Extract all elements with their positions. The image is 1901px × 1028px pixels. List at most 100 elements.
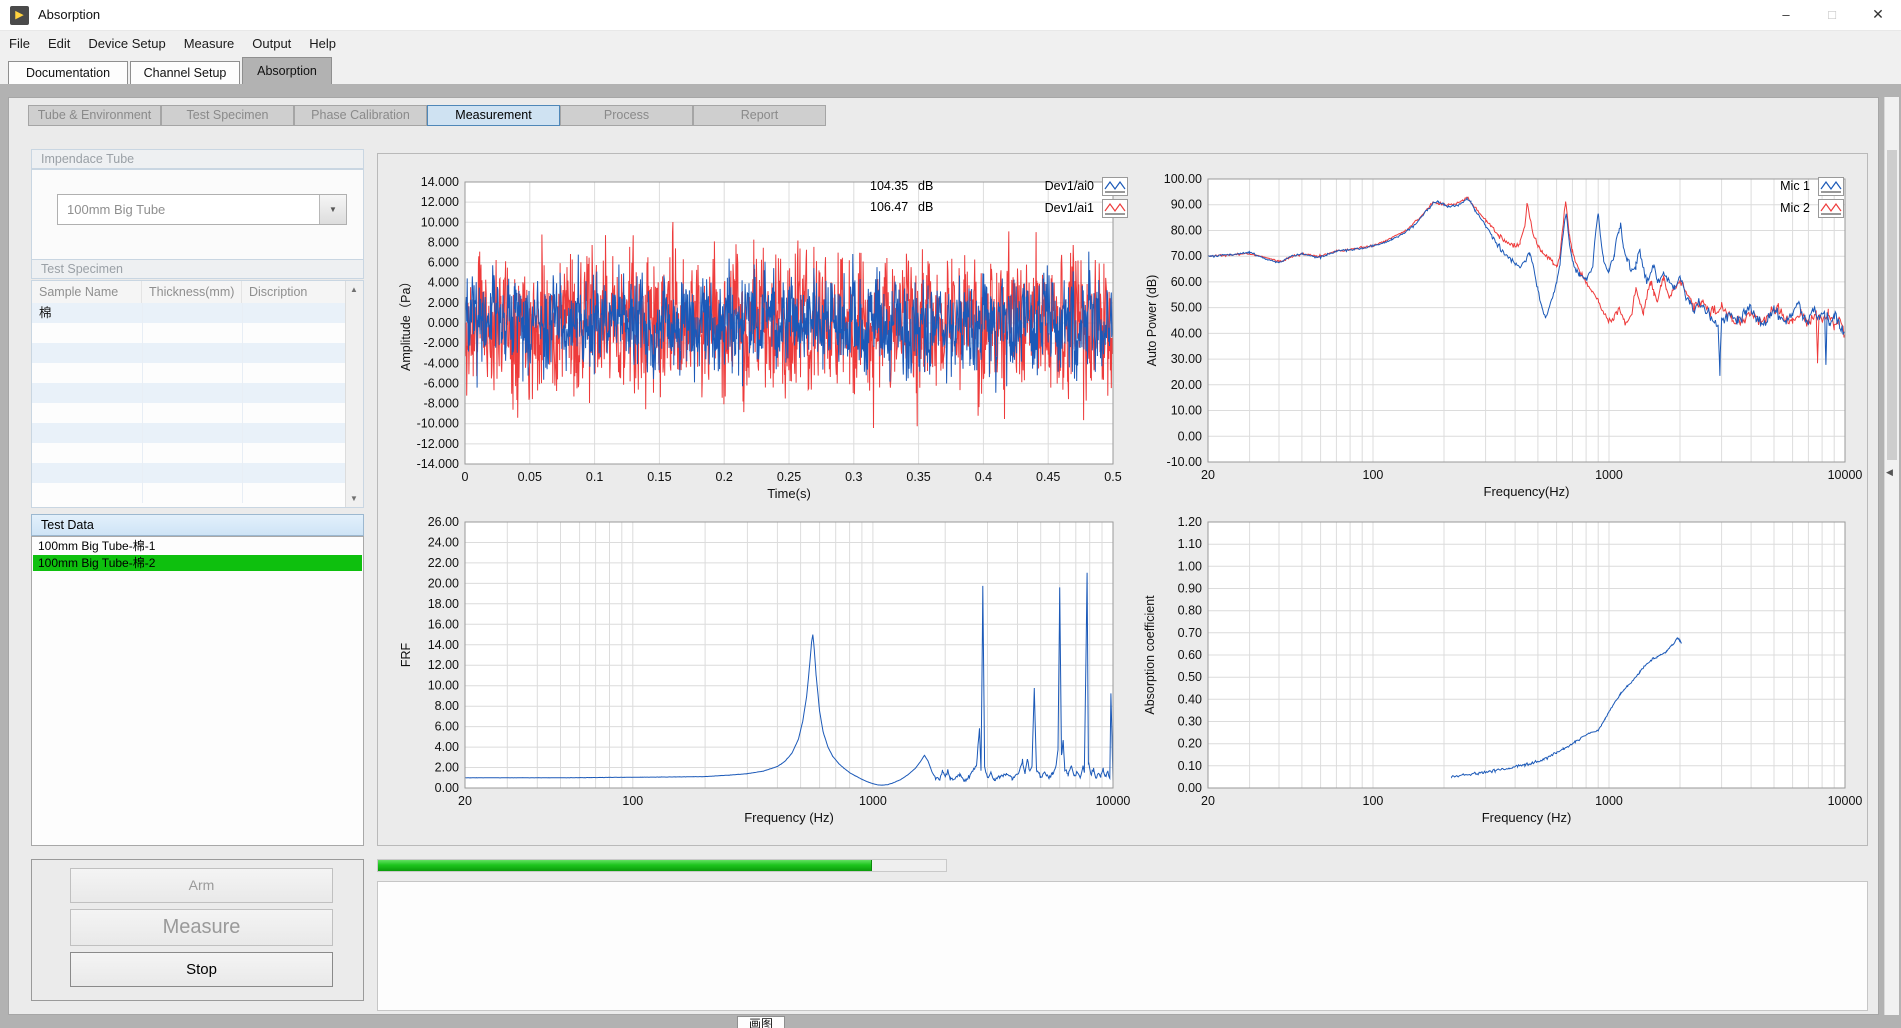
svg-text:60.00: 60.00 <box>1171 275 1202 289</box>
svg-text:0.5: 0.5 <box>1104 470 1121 484</box>
table-row[interactable] <box>32 483 346 503</box>
svg-text:4.000: 4.000 <box>428 276 459 290</box>
table-row[interactable] <box>32 423 346 443</box>
svg-text:0.10: 0.10 <box>1178 759 1202 773</box>
table-row[interactable]: 棉 <box>32 303 346 323</box>
cursor-unit: dB <box>918 200 933 214</box>
svg-text:-10.00: -10.00 <box>1167 455 1202 469</box>
test-data-item[interactable]: 100mm Big Tube-棉-2 <box>33 555 362 571</box>
svg-text:2.00: 2.00 <box>435 761 459 775</box>
menu-item-file[interactable]: File <box>0 31 39 57</box>
scroll-down-icon[interactable]: ▼ <box>346 494 362 503</box>
tube-dropdown[interactable]: 100mm Big Tube ▼ <box>57 194 347 225</box>
svg-text:100: 100 <box>1363 794 1384 808</box>
minimize-button[interactable]: – <box>1763 0 1809 29</box>
subtab-report[interactable]: Report <box>693 105 826 126</box>
svg-text:Auto Power (dB): Auto Power (dB) <box>1145 275 1159 367</box>
table-scrollbar[interactable]: ▲▼ <box>345 281 363 507</box>
menu-item-help[interactable]: Help <box>300 31 345 57</box>
menu-item-edit[interactable]: Edit <box>39 31 79 57</box>
output-area <box>377 881 1868 1011</box>
menu-item-output[interactable]: Output <box>243 31 300 57</box>
column-header-discription: Discription <box>242 281 346 303</box>
svg-text:6.000: 6.000 <box>428 256 459 270</box>
table-row[interactable] <box>32 443 346 463</box>
col-divider <box>242 323 243 343</box>
test-data-list[interactable]: 100mm Big Tube-棉-1100mm Big Tube-棉-2 <box>31 536 364 846</box>
test-data-item[interactable]: 100mm Big Tube-棉-1 <box>33 538 362 554</box>
svg-text:1000: 1000 <box>859 794 887 808</box>
svg-text:Frequency (Hz): Frequency (Hz) <box>1482 810 1572 825</box>
table-row[interactable] <box>32 383 346 403</box>
test-specimen-table[interactable]: Sample NameThickness(mm)Discription棉▲▼ <box>31 280 364 508</box>
svg-text:20: 20 <box>1201 794 1215 808</box>
command-button-panel: Arm Measure Stop <box>31 859 364 1001</box>
svg-text:30.00: 30.00 <box>1171 352 1202 366</box>
svg-text:0: 0 <box>462 470 469 484</box>
col-divider <box>242 403 243 423</box>
table-row[interactable] <box>32 363 346 383</box>
legend-label: Dev1/ai1 <box>1045 201 1094 215</box>
legend-entry: Dev1/ai0 <box>1018 175 1128 197</box>
vertical-scrollbar[interactable]: ◀ <box>1884 97 1899 1015</box>
tube-dropdown-value: 100mm Big Tube <box>67 202 165 217</box>
col-divider <box>142 303 143 323</box>
frf-chart[interactable]: 26.0024.0022.0020.0018.0016.0014.0012.00… <box>390 507 1134 832</box>
svg-text:0.00: 0.00 <box>1178 429 1202 443</box>
scroll-up-icon[interactable]: ▲ <box>346 285 362 294</box>
chevron-down-icon[interactable]: ▼ <box>319 195 346 224</box>
scrollbar-thumb[interactable] <box>1887 150 1897 460</box>
col-divider <box>242 423 243 443</box>
tab-channel-setup[interactable]: Channel Setup <box>130 61 240 84</box>
legend-label: Mic 1 <box>1780 179 1810 193</box>
svg-text:10000: 10000 <box>1828 468 1863 482</box>
svg-text:Absorption coefficient: Absorption coefficient <box>1143 595 1157 715</box>
svg-text:0.40: 0.40 <box>1178 692 1202 706</box>
col-divider <box>242 463 243 483</box>
svg-text:6.00: 6.00 <box>435 720 459 734</box>
svg-text:0.25: 0.25 <box>777 470 801 484</box>
svg-text:0.15: 0.15 <box>647 470 671 484</box>
table-row[interactable] <box>32 403 346 423</box>
tab-documentation[interactable]: Documentation <box>8 61 128 84</box>
time-chart-legend: Dev1/ai0 Dev1/ai1 <box>1018 175 1128 219</box>
tab-absorption[interactable]: Absorption <box>242 57 332 84</box>
arm-button[interactable]: Arm <box>70 868 333 903</box>
subtab-test-specimen[interactable]: Test Specimen <box>161 105 294 126</box>
subtab-phase-calibration[interactable]: Phase Calibration <box>294 105 427 126</box>
close-button[interactable]: ✕ <box>1855 0 1901 29</box>
svg-text:2.000: 2.000 <box>428 296 459 310</box>
bottom-tab-huatu[interactable]: 画图 <box>737 1016 785 1028</box>
collapse-arrow-icon[interactable]: ◀ <box>1886 467 1893 478</box>
svg-text:0.50: 0.50 <box>1178 670 1202 684</box>
column-header-thickness-mm-: Thickness(mm) <box>142 281 242 303</box>
subtab-measurement[interactable]: Measurement <box>427 105 560 126</box>
col-divider <box>242 383 243 403</box>
svg-text:0.70: 0.70 <box>1178 626 1202 640</box>
svg-text:20.00: 20.00 <box>428 576 459 590</box>
svg-text:14.00: 14.00 <box>428 638 459 652</box>
legend-label: Mic 2 <box>1780 201 1810 215</box>
stop-button[interactable]: Stop <box>70 952 333 987</box>
svg-text:26.00: 26.00 <box>428 515 459 529</box>
col-divider <box>242 483 243 503</box>
svg-text:-14.000: -14.000 <box>417 457 459 471</box>
legend-plot-icon <box>1102 199 1128 218</box>
absorption-coefficient-chart[interactable]: 1.201.101.000.900.800.700.600.500.400.30… <box>1140 507 1885 832</box>
table-row[interactable] <box>32 463 346 483</box>
menu-item-measure[interactable]: Measure <box>175 31 244 57</box>
measure-button[interactable]: Measure <box>70 909 333 946</box>
svg-text:80.00: 80.00 <box>1171 223 1202 237</box>
table-row[interactable] <box>32 323 346 343</box>
col-divider <box>142 363 143 383</box>
col-divider <box>142 443 143 463</box>
subtab-tube-environment[interactable]: Tube & Environment <box>28 105 161 126</box>
column-header-sample-name: Sample Name <box>32 281 142 303</box>
menu-bar: FileEditDevice SetupMeasureOutputHelp <box>0 30 1901 57</box>
subtab-process[interactable]: Process <box>560 105 693 126</box>
svg-text:0.90: 0.90 <box>1178 582 1202 596</box>
tab-band <box>0 84 1901 97</box>
cursor-unit: dB <box>918 179 933 193</box>
table-row[interactable] <box>32 343 346 363</box>
menu-item-device-setup[interactable]: Device Setup <box>79 31 174 57</box>
